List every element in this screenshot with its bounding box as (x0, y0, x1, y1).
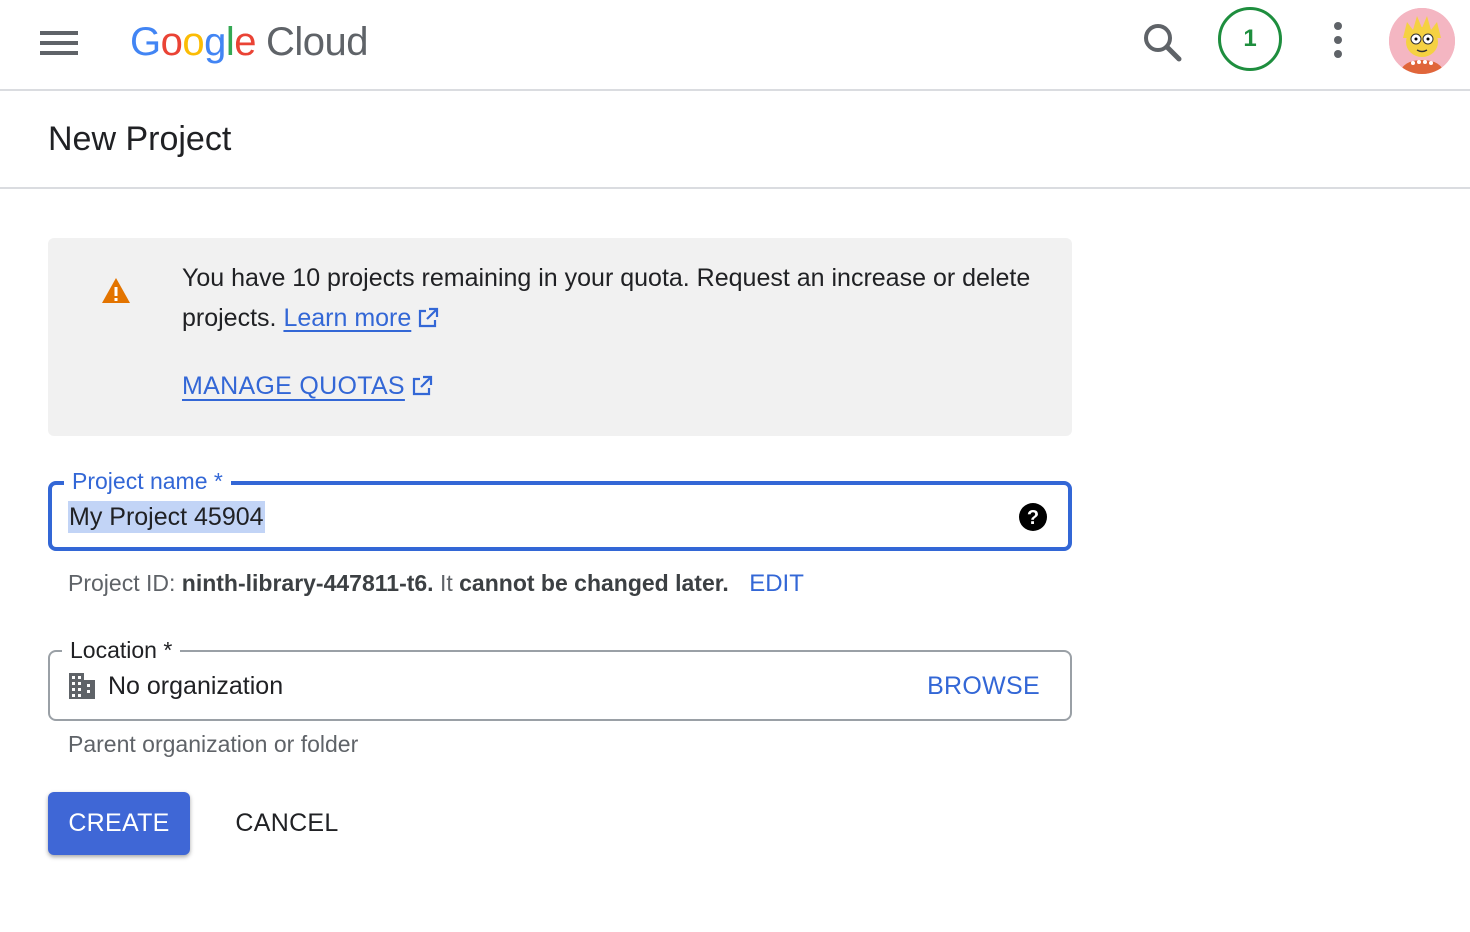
quota-message: You have 10 projects remaining in your q… (182, 258, 1042, 338)
notification-count: 1 (1243, 25, 1257, 52)
external-link-icon (412, 375, 433, 396)
location-value: No organization (108, 672, 284, 700)
google-cloud-logo[interactable]: Google Cloud (130, 18, 369, 66)
create-button[interactable]: CREATE (48, 792, 190, 855)
page-header: New Project (0, 91, 1470, 189)
project-id-warning: cannot be changed later. (459, 570, 729, 596)
search-icon[interactable] (1140, 20, 1184, 64)
quota-notice: You have 10 projects remaining in your q… (48, 238, 1072, 436)
logo-google-text: Google (130, 20, 257, 64)
cancel-button[interactable]: CANCEL (222, 792, 352, 855)
project-name-field[interactable]: Project name * My Project 45904 ? (48, 468, 1072, 551)
project-id-middle: It (439, 570, 453, 596)
page-title: New Project (48, 120, 232, 158)
help-icon[interactable]: ? (1018, 502, 1048, 532)
location-field[interactable]: Location * No organization BROWSE (48, 637, 1072, 721)
manage-quotas-label: MANAGE QUOTAS (182, 372, 405, 400)
notification-count-badge[interactable]: 1 (1218, 7, 1282, 71)
logo-product-text: Cloud (266, 20, 369, 64)
project-name-label: Project name * (64, 468, 231, 494)
hamburger-menu-icon[interactable] (40, 31, 80, 55)
external-link-icon (419, 307, 439, 328)
svg-text:?: ? (1027, 507, 1039, 529)
project-id-value: ninth-library-447811-t6. (181, 570, 434, 596)
location-hint: Parent organization or folder (68, 731, 359, 757)
browse-button[interactable]: BROWSE (927, 670, 1040, 702)
top-app-bar: Google Cloud 1 (0, 0, 1470, 91)
building-icon (68, 672, 96, 700)
edit-project-id-button[interactable]: EDIT (749, 570, 804, 597)
project-name-input[interactable]: My Project 45904 (68, 501, 265, 533)
manage-quotas-link[interactable]: MANAGE QUOTAS (182, 368, 433, 404)
project-id-prefix: Project ID: (68, 570, 176, 596)
user-avatar[interactable] (1389, 8, 1455, 74)
learn-more-link[interactable]: Learn more (283, 304, 411, 332)
location-label: Location * (62, 637, 181, 663)
project-id-hint: Project ID: ninth-library-447811-t6. It … (68, 568, 804, 599)
warning-icon (100, 276, 132, 306)
more-vertical-icon[interactable] (1325, 18, 1351, 62)
